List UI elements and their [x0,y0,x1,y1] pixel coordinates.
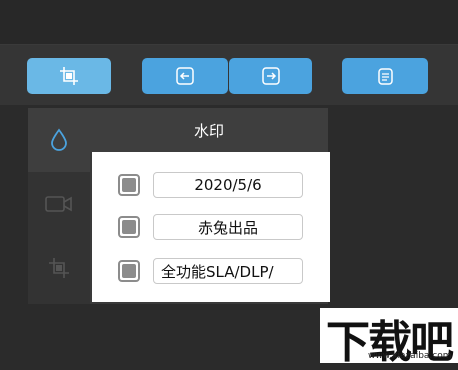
watermark-checkbox[interactable] [118,174,140,196]
tab-camera[interactable] [28,172,90,236]
document-icon [378,68,393,85]
export-icon [261,67,280,85]
export-button[interactable] [229,58,312,94]
tab-watermark[interactable] [28,108,90,172]
droplet-icon [51,128,67,151]
watermark-text-field[interactable]: 2020/5/6 [153,172,303,198]
watermark-row: 赤兔出品 [118,213,303,241]
camera-icon [45,196,72,212]
document-button[interactable] [342,58,428,94]
panel-title: 水印 [90,108,328,152]
watermark-checkbox[interactable] [118,216,140,238]
watermark-text-field[interactable]: 赤兔出品 [153,214,303,240]
watermark-popup: 2020/5/6 赤兔出品 全功能SLA/DLP/ [92,152,330,302]
import-button[interactable] [142,58,228,94]
title-bar [0,0,458,45]
watermark-row: 全功能SLA/DLP/ [118,257,303,285]
watermark-row: 2020/5/6 [118,171,303,199]
crop-button[interactable] [27,58,111,94]
watermark-checkbox[interactable] [118,260,140,282]
crop-icon [49,258,69,278]
crop-icon [60,67,78,85]
tab-crop[interactable] [28,236,90,300]
logo-url: www.xiazaiba.com [368,351,452,361]
site-watermark-logo: 下载吧 www.xiazaiba.com [320,308,458,368]
import-icon [176,67,194,85]
watermark-text-field[interactable]: 全功能SLA/DLP/ [153,258,303,284]
